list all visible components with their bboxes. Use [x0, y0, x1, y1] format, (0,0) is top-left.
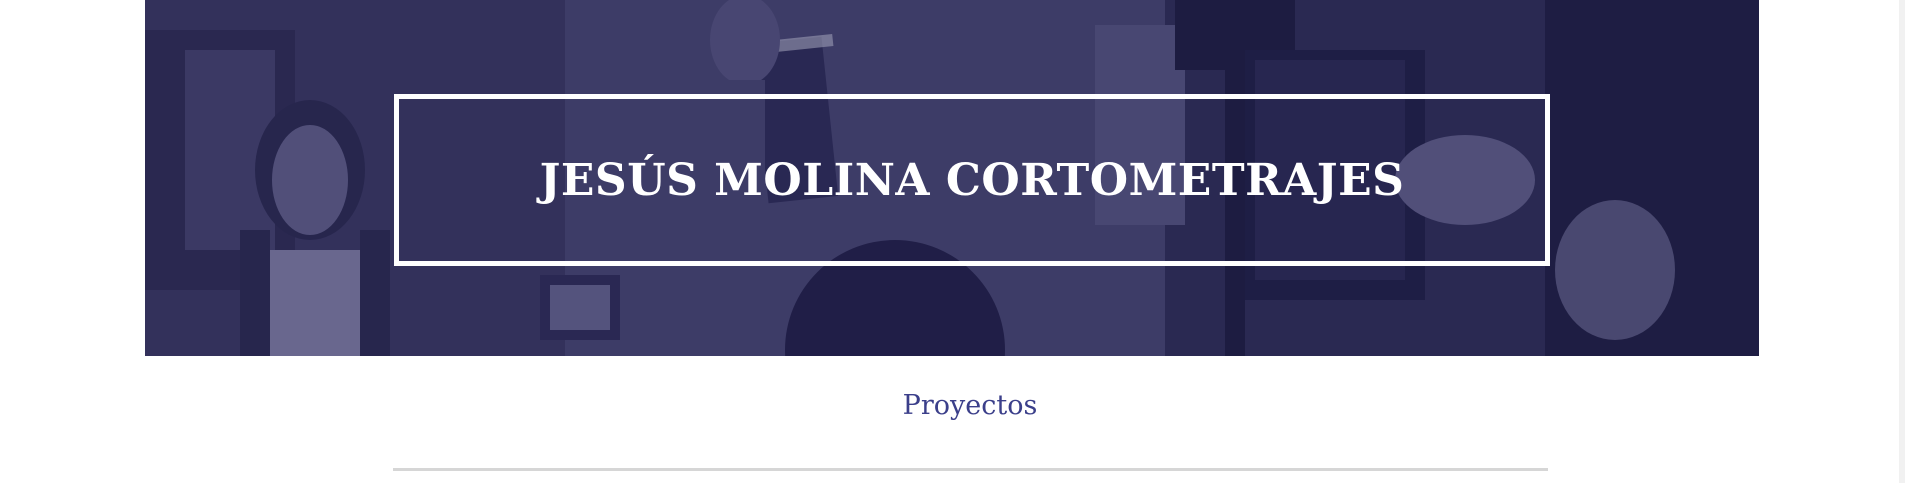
- hero-title-box: JESÚS MOLINA CORTOMETRAJES: [394, 94, 1550, 266]
- scrollbar-track[interactable]: [1899, 0, 1905, 483]
- projects-link[interactable]: Proyectos: [0, 390, 1905, 421]
- hero-banner: JESÚS MOLINA CORTOMETRAJES: [145, 0, 1759, 356]
- hero-title: JESÚS MOLINA CORTOMETRAJES: [539, 154, 1405, 206]
- section-divider: [393, 468, 1548, 471]
- page: JESÚS MOLINA CORTOMETRAJES Proyectos: [0, 0, 1905, 483]
